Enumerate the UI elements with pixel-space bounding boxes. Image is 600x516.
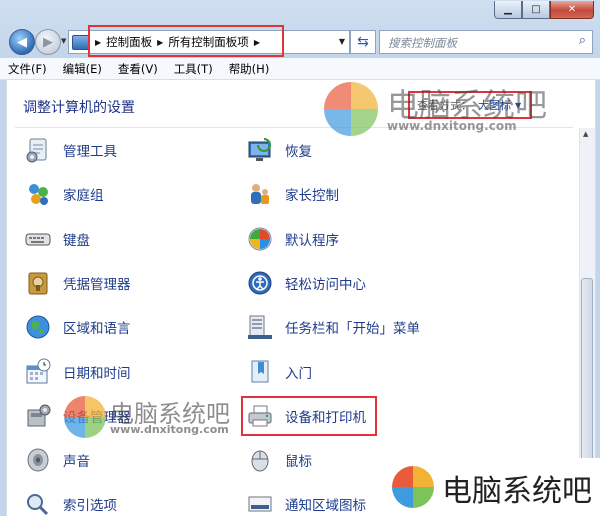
menu-tools[interactable]: 工具(T) (166, 61, 221, 77)
search-input[interactable]: 搜索控制面板 (388, 35, 457, 51)
windows-logo-watermark (324, 82, 378, 136)
maximize-icon: □ (531, 4, 541, 15)
windows-logo-icon (392, 466, 434, 508)
item-label[interactable]: 轻松访问中心 (285, 273, 366, 293)
page-title: 调整计算机的设置 (23, 100, 135, 116)
item-label[interactable]: 家庭组 (63, 184, 104, 204)
credential-manager-icon (23, 268, 53, 298)
watermark-url: www.dnxitong.com (387, 119, 517, 133)
minimize-button[interactable]: ▁ (494, 1, 522, 19)
item-recovery[interactable]: 恢复 (245, 134, 312, 166)
item-label[interactable]: 鼠标 (285, 450, 312, 470)
admin-tools-icon (23, 135, 53, 165)
homegroup-icon (23, 179, 53, 209)
item-parental-controls[interactable]: 家长控制 (245, 178, 339, 210)
minimize-icon: ▁ (504, 4, 512, 15)
item-notification-area-icons[interactable]: 通知区域图标 (245, 488, 366, 516)
notification-area-icons-icon (245, 489, 275, 516)
refresh-icon: ⇆ (357, 34, 369, 50)
item-getting-started[interactable]: 入门 (245, 356, 312, 388)
menu-bar: 文件(F) 编辑(E) 查看(V) 工具(T) 帮助(H) (0, 58, 600, 80)
item-label[interactable]: 凭据管理器 (63, 273, 131, 293)
item-credential-manager[interactable]: 凭据管理器 (23, 267, 131, 299)
address-highlight-box (88, 25, 284, 57)
content-pane: 调整计算机的设置 查看方式： 大图标 ▼ 管理工具 家庭组 键盘 凭据管理器 区… (6, 80, 596, 516)
item-label[interactable]: 通知区域图标 (285, 494, 366, 514)
menu-help[interactable]: 帮助(H) (221, 61, 278, 77)
mouse-icon (245, 445, 275, 475)
default-programs-icon (245, 224, 275, 254)
close-button[interactable]: ✕ (550, 1, 594, 19)
item-label[interactable]: 任务栏和「开始」菜单 (285, 317, 420, 337)
devices-printers-highlight-box (241, 396, 377, 436)
device-manager-icon (23, 401, 53, 431)
ease-of-access-icon (245, 268, 275, 298)
watermark-url: www.dnxitong.com (110, 423, 229, 436)
item-label[interactable]: 日期和时间 (63, 362, 131, 382)
indexing-options-icon (23, 489, 53, 516)
item-label[interactable]: 索引选项 (63, 494, 117, 514)
region-language-icon (23, 312, 53, 342)
item-label[interactable]: 恢复 (285, 140, 312, 160)
maximize-button[interactable]: □ (522, 1, 550, 19)
address-history-dropdown[interactable]: ▼ (335, 31, 349, 52)
watermark-brand: 电脑系统吧 (442, 474, 592, 509)
item-label[interactable]: 家长控制 (285, 184, 339, 204)
windows-logo-watermark (64, 396, 106, 438)
getting-started-icon (245, 357, 275, 387)
refresh-button[interactable]: ⇆ (350, 30, 376, 54)
item-region-language[interactable]: 区域和语言 (23, 311, 131, 343)
item-label[interactable]: 管理工具 (63, 140, 117, 160)
control-panel-window: ▁ □ ✕ ◀ ▶ ▼ ▶ 控制面板 ▶ 所有控制面板项 ▶ ▼ ⇆ 搜索控制面… (0, 0, 600, 516)
item-label[interactable]: 默认程序 (285, 229, 339, 249)
menu-file[interactable]: 文件(F) (0, 61, 55, 77)
menu-view[interactable]: 查看(V) (110, 61, 166, 77)
recovery-icon (245, 135, 275, 165)
item-homegroup[interactable]: 家庭组 (23, 178, 104, 210)
item-date-time[interactable]: 日期和时间 (23, 356, 131, 388)
forward-button[interactable]: ▶ (35, 29, 61, 55)
caption-buttons: ▁ □ ✕ (494, 1, 594, 19)
item-default-programs[interactable]: 默认程序 (245, 223, 339, 255)
item-ease-of-access[interactable]: 轻松访问中心 (245, 267, 366, 299)
item-indexing-options[interactable]: 索引选项 (23, 488, 117, 516)
item-mouse[interactable]: 鼠标 (245, 444, 312, 476)
search-icon[interactable]: ⌕ (579, 33, 586, 48)
date-time-icon (23, 357, 53, 387)
back-arrow-icon: ◀ (17, 34, 27, 50)
parental-controls-icon (245, 179, 275, 209)
item-label[interactable]: 声音 (63, 450, 90, 470)
menu-edit[interactable]: 编辑(E) (55, 61, 110, 77)
item-keyboard[interactable]: 键盘 (23, 223, 90, 255)
recent-pages-dropdown[interactable]: ▼ (61, 37, 66, 45)
item-label[interactable]: 键盘 (63, 229, 90, 249)
scroll-up-icon[interactable]: ▲ (583, 130, 588, 138)
sound-icon (23, 445, 53, 475)
item-admin-tools[interactable]: 管理工具 (23, 134, 117, 166)
search-box[interactable]: 搜索控制面板 ⌕ (379, 30, 593, 54)
watermark-badge: 电脑系统吧 (380, 458, 600, 516)
item-taskbar-start-menu[interactable]: 任务栏和「开始」菜单 (245, 311, 420, 343)
keyboard-icon (23, 224, 53, 254)
taskbar-start-menu-icon (245, 312, 275, 342)
close-icon: ✕ (567, 4, 577, 15)
item-label[interactable]: 区域和语言 (63, 317, 131, 337)
item-label[interactable]: 入门 (285, 362, 312, 382)
forward-arrow-icon: ▶ (43, 34, 53, 50)
back-button[interactable]: ◀ (9, 29, 35, 55)
item-sound[interactable]: 声音 (23, 444, 90, 476)
